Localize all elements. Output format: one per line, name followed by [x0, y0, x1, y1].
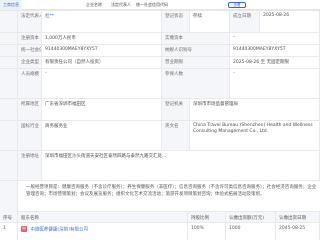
info-row: 注册地址 深圳市福田区沙头街道天安社区泰然四路与泰然九路交汇处... — [0, 151, 320, 181]
label-staff-size: 人员规模 — [18, 69, 42, 98]
label-authority: 登记机关 — [162, 99, 190, 120]
info-row: 法定代表人 杜** 登记状态 存续 成立日期 2025-08-26 — [0, 11, 320, 33]
tab-legal-rep[interactable]: 法定代表人 — [111, 2, 131, 8]
label-credit-code: 统一社会信用代码 — [18, 45, 42, 56]
col-shareholder: 股东名称 — [18, 212, 188, 222]
value-address: 深圳市福田区沙头街道天安社区泰然四路与泰然九路交汇处... — [42, 151, 320, 180]
label-status: 登记状态 — [162, 11, 190, 32]
col-ratio: 持股比例 — [188, 212, 226, 222]
business-scope-text: 一般经营项目是：健康咨询服务（不含诊疗服务）；养生保健服务（非医疗）；信息咨询服… — [26, 185, 317, 197]
ratio-cell: 100% — [188, 223, 226, 240]
section-title: 工商信息 — [3, 2, 19, 7]
info-row: 注册资本 1,000万人民币 实缴资本 - — [0, 33, 320, 45]
info-row: 企业类型 有限责任公司（自然人投资） 营业期限 2025-08-26 至 无固定… — [0, 57, 320, 69]
shareholder-cell[interactable]: 中 中旅医养健康(深圳)有限公司 — [18, 223, 188, 240]
label-business-scope — [0, 181, 18, 213]
info-row: 国标行业 商务服务业 英文名 China Travel Bureau (Shen… — [0, 121, 320, 151]
label-paid-capital: 实缴资本 — [162, 33, 230, 44]
label-english-name: 英文名 — [162, 121, 190, 150]
value-authority: 深圳市市场监督管理局 — [190, 99, 320, 120]
col-date: 认缴出资日期 — [276, 212, 320, 222]
value-term: 2025-08-26 至 无固定期限 — [230, 57, 320, 68]
value-reg-capital: 1,000万人民币 — [42, 33, 162, 44]
tab-name[interactable]: 企业名称 — [86, 2, 102, 8]
business-info-grid: 法定代表人 杜** 登记状态 存续 成立日期 2025-08-26 注册资本 1… — [0, 10, 320, 181]
label-reg-capital: 注册资本 — [18, 33, 42, 44]
label-insured: 参保人数 — [162, 69, 230, 98]
value-staff-size: - — [42, 69, 162, 98]
info-row: 所属地区 广东省深圳市福田区 登记机关 深圳市市场监督管理局 — [0, 99, 320, 121]
value-english-name: China Travel Bureau (Shenzhen) Health an… — [190, 121, 320, 150]
label-tax-id: 纳税人识别号 — [162, 45, 230, 56]
info-row: 统一社会信用代码 91440300MAEY8YXY5T 纳税人识别号 91440… — [0, 45, 320, 57]
label-region: 所属地区 — [18, 99, 42, 120]
shareholder-name-link[interactable]: 中旅医养健康(深圳)有限公司 — [30, 228, 88, 233]
amount-cell: 1000 — [226, 223, 276, 240]
label-address: 注册地址 — [18, 151, 42, 180]
label-term: 营业期限 — [162, 57, 230, 68]
shareholder-avatar-badge: 中 — [21, 226, 27, 232]
table-row[interactable]: 1 中 中旅医养健康(深圳)有限公司 100% 1000 2045-08-25 — [0, 223, 320, 240]
col-amount: 认缴出资额(万元) — [226, 212, 276, 222]
row-index: 1 — [0, 223, 18, 240]
value-insured: - — [230, 69, 320, 98]
label-industry: 国标行业 — [18, 121, 42, 150]
value-company-type: 有限责任公司（自然人投资） — [42, 57, 162, 68]
business-scope: 一般经营项目是：健康咨询服务（不含诊疗服务）；养生保健服务（非医疗）；信息咨询服… — [0, 180, 320, 213]
value-legal-rep[interactable]: 杜** — [42, 11, 162, 32]
value-founded: 2025-08-26 — [260, 11, 320, 32]
view-button[interactable]: 查看 — [228, 1, 246, 8]
value-region: 广东省深圳市福田区 — [42, 99, 162, 120]
label-company-type: 企业类型 — [18, 57, 42, 68]
col-index: 序号 — [0, 212, 18, 222]
info-row: 人员规模 - 参保人数 - — [0, 69, 320, 99]
tab-credit-code[interactable]: 统一社会信用代码 — [136, 2, 168, 8]
value-industry: 商务服务业 — [42, 121, 162, 150]
date-cell: 2045-08-25 — [276, 223, 320, 240]
value-paid-capital: - — [230, 33, 320, 44]
value-credit-code: 91440300MAEY8YXY5T — [42, 45, 162, 56]
label-legal-rep: 法定代表人 — [18, 11, 42, 32]
value-status: 存续 — [190, 11, 230, 32]
value-tax-id: 91440300MAEY8YXY5T — [230, 45, 320, 56]
label-founded: 成立日期 — [230, 11, 260, 32]
holdings-header: 序号 股东名称 持股比例 认缴出资额(万元) 认缴出资日期 — [0, 212, 320, 223]
titlebar: 工商信息 企业名称 法定代表人 统一社会信用代码 查看 — [0, 0, 320, 10]
